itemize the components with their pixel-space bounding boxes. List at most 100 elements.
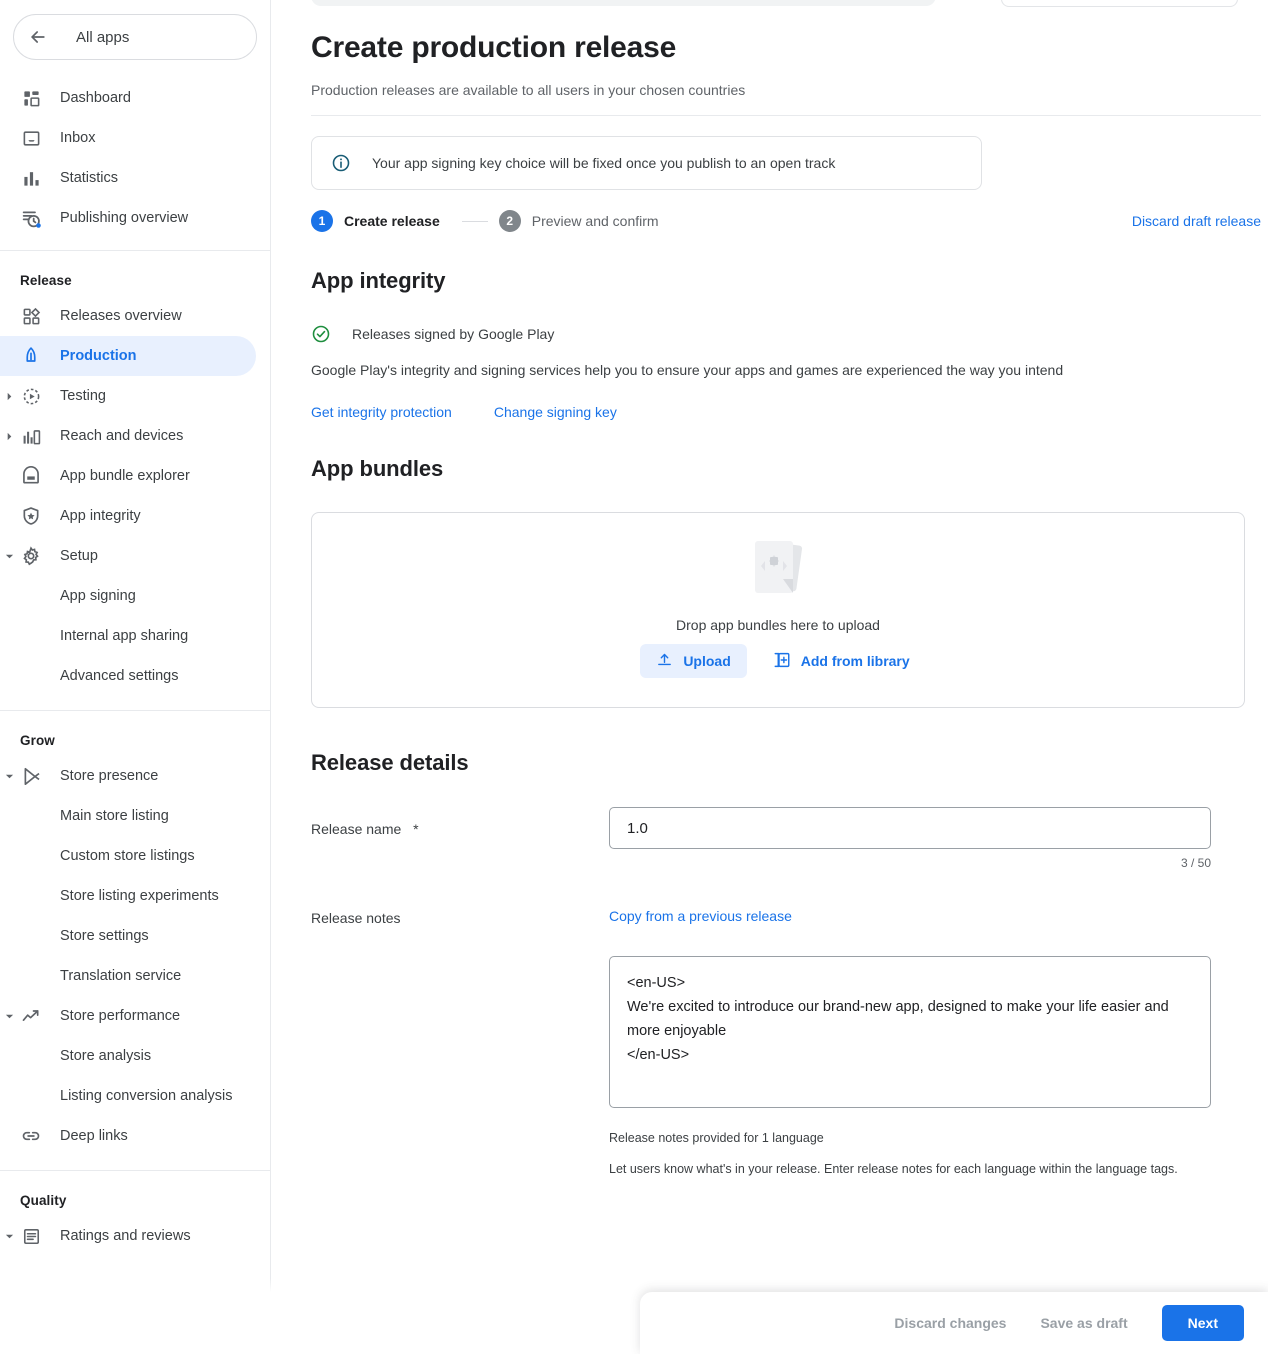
add-from-library-icon (773, 651, 791, 672)
sidebar-group-grow: Grow (20, 733, 55, 748)
sidebar-item-production[interactable]: Production (0, 336, 256, 376)
production-rocket-icon (20, 345, 42, 367)
sidebar-item-label: App integrity (60, 508, 141, 524)
dropzone-actions: Upload Add from library (640, 644, 915, 678)
sidebar-item-ratings-and-reviews[interactable]: Ratings and reviews (0, 1216, 256, 1256)
back-arrow-icon (28, 27, 48, 47)
chevron-down-icon[interactable] (2, 769, 16, 783)
sidebar-subitem-label: Listing conversion analysis (60, 1088, 233, 1104)
step-connector (461, 220, 488, 222)
discard-draft-release-link[interactable]: Discard draft release (1132, 213, 1261, 229)
get-integrity-protection-link[interactable]: Get integrity protection (311, 404, 452, 420)
add-from-library-button[interactable]: Add from library (767, 644, 916, 678)
sidebar-item-app-signing[interactable]: App signing (0, 576, 270, 616)
add-from-library-label: Add from library (800, 653, 910, 669)
release-notes-language-count: Release notes provided for 1 language (609, 1131, 824, 1145)
next-button[interactable]: Next (1161, 1305, 1244, 1341)
check-circle-icon (311, 324, 331, 344)
discard-changes-button[interactable]: Discard changes (894, 1315, 1006, 1331)
sidebar-item-label: Ratings and reviews (60, 1228, 191, 1244)
dropzone-text: Drop app bundles here to upload (676, 617, 880, 633)
chevron-down-icon[interactable] (2, 549, 16, 563)
change-signing-key-link[interactable]: Change signing key (494, 404, 617, 420)
bundle-illustration-icon (743, 535, 813, 603)
sidebar-subitem-label: Translation service (60, 968, 182, 984)
copy-from-previous-release-link[interactable]: Copy from a previous release (609, 908, 792, 924)
release-notes-help-text: Let users know what's in your release. E… (609, 1162, 1178, 1176)
chevron-right-icon[interactable] (2, 429, 16, 443)
sidebar-item-label: Testing (60, 388, 106, 404)
sidebar-item-label: Setup (60, 548, 98, 564)
sidebar-item-testing[interactable]: Testing (0, 376, 256, 416)
signing-key-info-banner: Your app signing key choice will be fixe… (311, 136, 982, 190)
sidebar-item-store-analysis[interactable]: Store analysis (0, 1036, 270, 1076)
sidebar-item-reach-and-devices[interactable]: Reach and devices (0, 416, 256, 456)
ratings-reviews-icon (20, 1225, 42, 1247)
sidebar-item-main-store-listing[interactable]: Main store listing (0, 796, 270, 836)
app-integrity-shield-icon (20, 505, 42, 527)
link-icon (20, 1125, 42, 1147)
release-notes-label: Release notes (311, 910, 401, 926)
app-bundles-heading: App bundles (311, 456, 444, 481)
chevron-right-icon[interactable] (2, 389, 16, 403)
sidebar-item-deep-links[interactable]: Deep links (0, 1116, 256, 1156)
setup-gear-icon (20, 545, 42, 567)
sidebar-subitem-label: Store listing experiments (60, 888, 219, 904)
required-marker: * (413, 821, 419, 837)
sidebar-item-listing-conversion-analysis[interactable]: Listing conversion analysis (0, 1076, 270, 1116)
main-content: Create production release Production rel… (271, 0, 1268, 1354)
sidebar-item-store-settings[interactable]: Store settings (0, 916, 270, 956)
sidebar: All apps Dashboard Inbox Statistics Publ… (0, 0, 270, 1354)
save-as-draft-button[interactable]: Save as draft (1040, 1315, 1127, 1331)
page-subtitle: Production releases are available to all… (311, 82, 746, 98)
bottom-bar-backdrop (0, 1292, 640, 1354)
info-icon (331, 153, 351, 173)
step-indicator: 1 Create release 2 Preview and confirm (311, 210, 659, 232)
sidebar-subitem-label: Internal app sharing (60, 628, 189, 644)
app-integrity-links: Get integrity protection Change signing … (311, 404, 617, 420)
reach-devices-icon (20, 425, 42, 447)
sidebar-item-releases-overview[interactable]: Releases overview (0, 296, 256, 336)
step-1-number: 1 (311, 210, 333, 232)
sidebar-subitem-label: Store settings (60, 928, 149, 944)
sidebar-item-dashboard[interactable]: Dashboard (0, 78, 256, 118)
app-bundles-dropzone[interactable]: Drop app bundles here to upload Upload A… (311, 512, 1245, 708)
step-2-label: Preview and confirm (531, 213, 659, 229)
app-integrity-description: Google Play's integrity and signing serv… (311, 362, 1064, 378)
banner-text: Your app signing key choice will be fixe… (372, 155, 836, 171)
release-notes-textarea[interactable] (609, 956, 1211, 1108)
release-name-input[interactable] (609, 807, 1211, 849)
dashboard-icon (20, 87, 42, 109)
sidebar-item-label: Statistics (60, 170, 119, 186)
chevron-down-icon[interactable] (2, 1009, 16, 1023)
sidebar-item-store-performance[interactable]: Store performance (0, 996, 256, 1036)
all-apps-button[interactable]: All apps (13, 14, 257, 60)
sidebar-item-advanced-settings[interactable]: Advanced settings (0, 656, 270, 696)
sidebar-item-inbox[interactable]: Inbox (0, 118, 256, 158)
release-name-label: Release name * (311, 821, 419, 837)
upload-button[interactable]: Upload (640, 644, 747, 678)
sidebar-subitem-label: App signing (60, 588, 136, 604)
sidebar-item-setup[interactable]: Setup (0, 536, 256, 576)
sidebar-item-label: Releases overview (60, 308, 182, 324)
release-name-label-text: Release name (311, 821, 402, 837)
sidebar-item-label: Inbox (60, 130, 96, 146)
sidebar-item-publishing-overview[interactable]: Publishing overview (0, 198, 256, 238)
releases-overview-icon (20, 305, 42, 327)
page-title: Create production release (311, 31, 677, 64)
sidebar-subitem-label: Store analysis (60, 1048, 152, 1064)
chevron-down-icon[interactable] (2, 1229, 16, 1243)
sidebar-item-statistics[interactable]: Statistics (0, 158, 256, 198)
top-partial-card (311, 0, 936, 6)
sidebar-item-store-presence[interactable]: Store presence (0, 756, 256, 796)
header-divider (311, 115, 1261, 116)
sidebar-item-translation-service[interactable]: Translation service (0, 956, 270, 996)
sidebar-item-app-bundle-explorer[interactable]: App bundle explorer (0, 456, 256, 496)
sidebar-item-app-integrity[interactable]: App integrity (0, 496, 256, 536)
sidebar-item-internal-app-sharing[interactable]: Internal app sharing (0, 616, 270, 656)
sidebar-item-store-listing-experiments[interactable]: Store listing experiments (0, 876, 270, 916)
sidebar-item-custom-store-listings[interactable]: Custom store listings (0, 836, 270, 876)
sidebar-subitem-label: Custom store listings (60, 848, 195, 864)
app-bundle-explorer-icon (20, 465, 42, 487)
trending-up-icon (20, 1005, 42, 1027)
